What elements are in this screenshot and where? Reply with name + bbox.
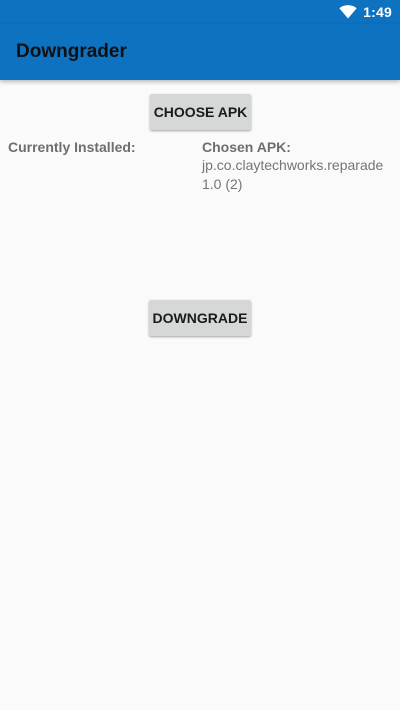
currently-installed-label: Currently Installed: <box>8 139 136 155</box>
chosen-apk-package: jp.co.claytechworks.reparade <box>202 157 384 173</box>
status-time: 1:49 <box>363 4 392 20</box>
choose-apk-button[interactable]: CHOOSE APK <box>150 94 251 130</box>
status-icons: 1:49 <box>339 3 392 21</box>
chosen-apk-label: Chosen APK: <box>202 139 291 155</box>
status-bar: 1:49 <box>0 0 400 24</box>
downgrader-screen: 1:49 Downgrader CHOOSE APK Currently Ins… <box>0 0 400 710</box>
app-bar: Downgrader <box>0 24 400 80</box>
downgrade-button[interactable]: DOWNGRADE <box>149 300 251 336</box>
wifi-icon <box>339 5 357 19</box>
chosen-apk-version: 1.0 (2) <box>202 176 243 192</box>
app-title: Downgrader <box>16 41 127 62</box>
